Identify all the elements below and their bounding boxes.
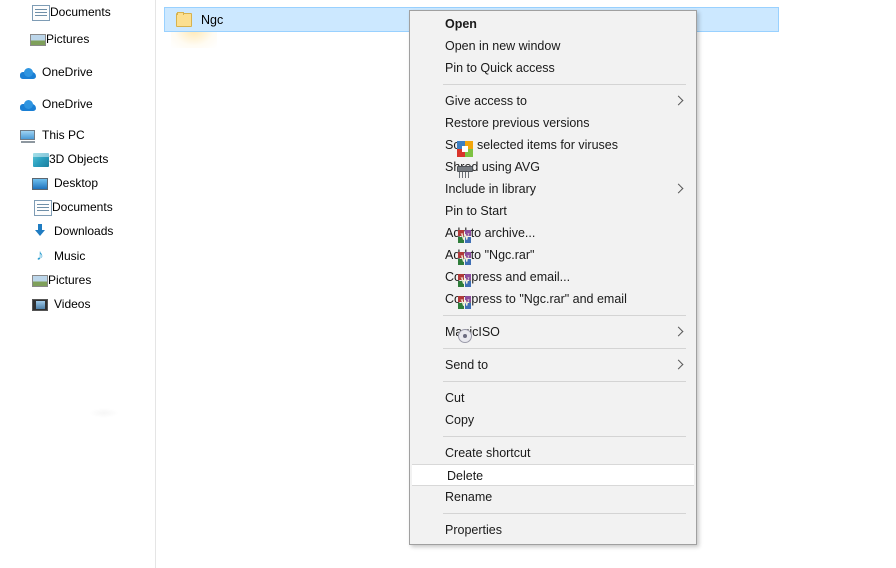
menu-item-add-to-archive[interactable]: Add to archive... bbox=[410, 222, 696, 244]
menu-item-send-to[interactable]: Send to bbox=[410, 354, 696, 376]
menu-item-label: Create shortcut bbox=[445, 446, 531, 460]
menu-item-label: Pin to Quick access bbox=[445, 61, 555, 75]
menu-item-shred-using-avg[interactable]: Shred using AVG bbox=[410, 156, 696, 178]
sidebar-item-music[interactable]: ♪ Music bbox=[0, 245, 155, 267]
menu-item-compress-and-email[interactable]: Compress and email... bbox=[410, 266, 696, 288]
sidebar-item-desktop[interactable]: Desktop bbox=[0, 172, 155, 194]
menu-item-open-in-new-window[interactable]: Open in new window bbox=[410, 35, 696, 57]
sidebar-item-pictures[interactable]: Pictures bbox=[0, 28, 155, 50]
document-icon bbox=[32, 4, 50, 21]
menu-item-give-access-to[interactable]: Give access to bbox=[410, 90, 696, 112]
menu-item-rename[interactable]: Rename bbox=[410, 486, 696, 508]
document-icon bbox=[34, 199, 52, 216]
sidebar-item-onedrive[interactable]: OneDrive bbox=[0, 93, 155, 115]
sidebar-item-label: OneDrive bbox=[42, 65, 93, 79]
menu-item-label: Cut bbox=[445, 391, 465, 405]
sidebar-item-label: Videos bbox=[54, 297, 91, 311]
sidebar-item-label: Documents bbox=[52, 200, 113, 214]
sidebar-item-videos[interactable]: Videos bbox=[0, 293, 155, 315]
folder-glow-artifact bbox=[171, 30, 217, 48]
computer-icon bbox=[20, 129, 36, 143]
menu-item-label: Send to bbox=[445, 358, 489, 372]
menu-item-label: Delete bbox=[447, 469, 484, 483]
sidebar-item-this-pc[interactable]: This PC bbox=[0, 124, 155, 146]
menu-item-create-shortcut[interactable]: Create shortcut bbox=[410, 442, 696, 464]
desktop-icon bbox=[32, 178, 48, 190]
menu-item-scan-selected-items-for-viruses[interactable]: Scan selected items for viruses bbox=[410, 134, 696, 156]
sidebar-item-onedrive[interactable]: OneDrive bbox=[0, 61, 155, 83]
chevron-right-icon bbox=[674, 359, 684, 371]
menu-item-label: Rename bbox=[445, 490, 493, 504]
cloud-icon bbox=[20, 100, 36, 111]
chevron-right-icon bbox=[674, 183, 684, 195]
sidebar-item-pictures[interactable]: Pictures bbox=[0, 269, 155, 291]
cube-icon bbox=[33, 152, 49, 167]
cloud-icon bbox=[20, 68, 36, 79]
sidebar-item-label: 3D Objects bbox=[49, 152, 109, 166]
menu-separator bbox=[443, 315, 686, 316]
sidebar-item-downloads[interactable]: Downloads bbox=[0, 220, 155, 242]
menu-separator bbox=[443, 381, 686, 382]
sidebar-item-label: Downloads bbox=[54, 224, 114, 238]
menu-item-label: Copy bbox=[445, 413, 475, 427]
menu-item-magiciso[interactable]: MagicISO bbox=[410, 321, 696, 343]
sidebar-item-label: Documents bbox=[50, 5, 111, 19]
sidebar-item-3d-objects[interactable]: 3D Objects bbox=[0, 148, 155, 170]
sidebar-item-label: Pictures bbox=[46, 32, 90, 46]
chevron-right-icon bbox=[674, 95, 684, 107]
sidebar-item-documents[interactable]: Documents bbox=[0, 196, 155, 218]
menu-item-label: Open in new window bbox=[445, 39, 561, 53]
folder-icon bbox=[176, 12, 193, 27]
menu-item-copy[interactable]: Copy bbox=[410, 409, 696, 431]
menu-item-label: Open bbox=[445, 17, 477, 31]
picture-icon bbox=[32, 275, 48, 287]
sidebar-item-label: Desktop bbox=[54, 176, 99, 190]
menu-item-label: Include in library bbox=[445, 182, 537, 196]
menu-item-label: MagicISO bbox=[445, 325, 500, 339]
video-icon bbox=[32, 299, 48, 311]
sidebar-item-label: Pictures bbox=[48, 273, 92, 287]
menu-item-restore-previous-versions[interactable]: Restore previous versions bbox=[410, 112, 696, 134]
menu-item-compress-to-ngc-rar-and-email[interactable]: Compress to "Ngc.rar" and email bbox=[410, 288, 696, 310]
menu-item-pin-to-start[interactable]: Pin to Start bbox=[410, 200, 696, 222]
menu-item-label: Restore previous versions bbox=[445, 116, 590, 130]
context-menu[interactable]: Open Open in new window Pin to Quick acces… bbox=[409, 10, 697, 545]
menu-item-label: Pin to Start bbox=[445, 204, 507, 218]
sidebar-item-label: Music bbox=[54, 249, 86, 263]
sidebar-item-label: This PC bbox=[42, 128, 85, 142]
picture-icon bbox=[30, 34, 46, 46]
sidebar-item-documents[interactable]: Documents bbox=[0, 1, 155, 23]
menu-item-pin-to-quick-access[interactable]: Pin to Quick access bbox=[410, 57, 696, 79]
menu-separator bbox=[443, 513, 686, 514]
menu-item-include-in-library[interactable]: Include in library bbox=[410, 178, 696, 200]
music-icon: ♪ bbox=[36, 247, 44, 264]
menu-item-label: Properties bbox=[445, 523, 502, 537]
menu-item-properties[interactable]: Properties bbox=[410, 519, 696, 541]
sidebar-item-label: OneDrive bbox=[42, 97, 93, 111]
menu-item-label: Scan selected items for viruses bbox=[445, 138, 618, 152]
background-artifact bbox=[89, 408, 119, 418]
file-item-label: Ngc bbox=[201, 12, 224, 27]
menu-item-delete[interactable]: Delete bbox=[412, 464, 694, 486]
menu-separator bbox=[443, 84, 686, 85]
menu-separator bbox=[443, 436, 686, 437]
menu-item-cut[interactable]: Cut bbox=[410, 387, 696, 409]
menu-item-label: Give access to bbox=[445, 94, 527, 108]
menu-item-add-to-ngc-rar[interactable]: Add to "Ngc.rar" bbox=[410, 244, 696, 266]
navigation-sidebar[interactable]: Documents Pictures OneDrive OneDrive This PC… bbox=[0, 0, 156, 568]
menu-separator bbox=[443, 348, 686, 349]
download-icon bbox=[32, 223, 48, 239]
chevron-right-icon bbox=[674, 326, 684, 338]
menu-item-open[interactable]: Open bbox=[410, 13, 696, 35]
